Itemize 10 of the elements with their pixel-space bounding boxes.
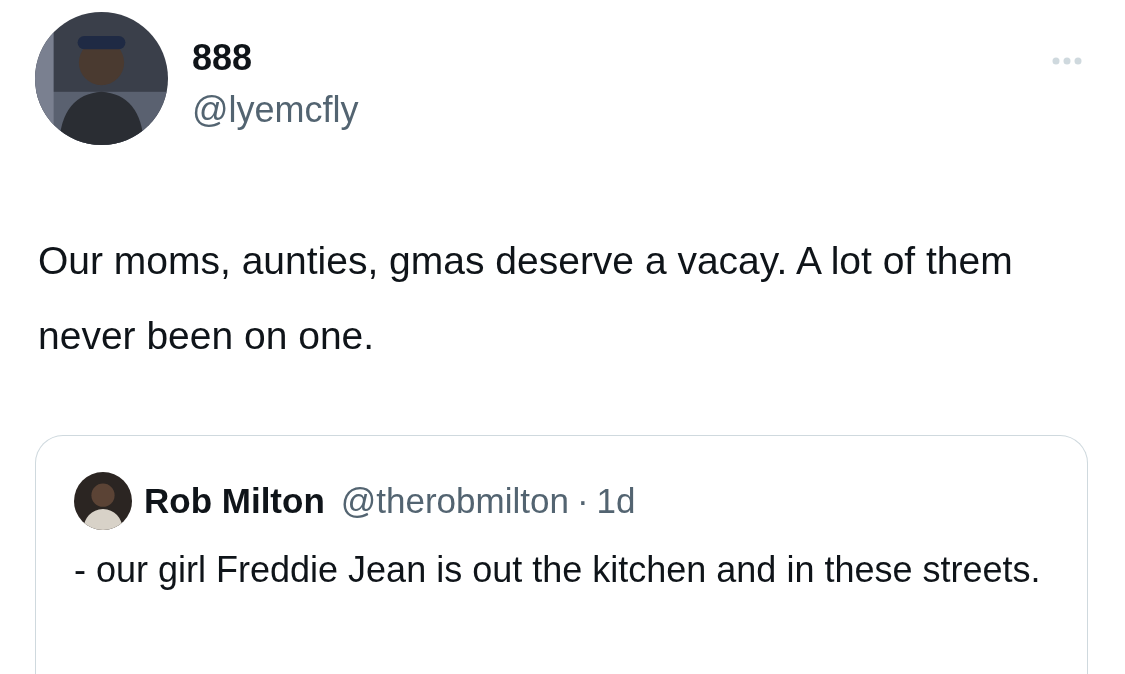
quoted-tweet-text: - our girl Freddie Jean is out the kitchen and in these streets. <box>74 548 1042 592</box>
user-name: 888 <box>192 38 254 78</box>
user-handle: @lyemcfly <box>192 89 360 130</box>
quoted-user-name: Rob Milton <box>144 479 325 522</box>
timestamp: 1d <box>596 479 636 522</box>
more-icon[interactable] <box>1052 56 1082 66</box>
quoted-user-handle: @therobmilton <box>340 479 569 522</box>
separator-dot: · <box>576 479 589 522</box>
quoted-tweet-card[interactable]: Rob Milton @therobmilton · 1d - our girl Freddie Jean is out the kitchen and in these streets. <box>35 435 1088 674</box>
tweet-text: Our moms, aunties, gmas deserve a vacay. A lot of them never been on one. <box>38 238 1014 359</box>
